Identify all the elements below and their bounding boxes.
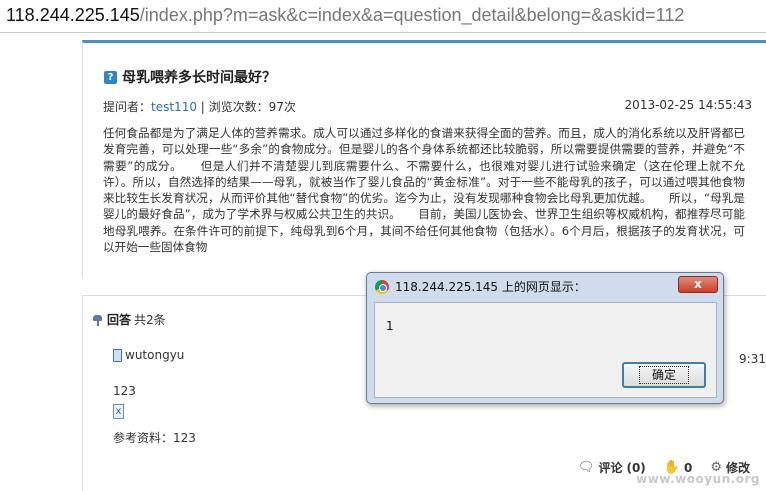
url-host: 118.244.225.145	[6, 5, 140, 25]
view-count: | 浏览次数：97次	[196, 100, 296, 114]
answer-author[interactable]: wutongyu	[113, 348, 184, 362]
comment-icon: 🗨	[577, 460, 595, 475]
answers-heading: 回答	[107, 313, 132, 327]
pin-icon	[92, 314, 104, 326]
question-title: ? 母乳喂养多长时间最好？	[104, 67, 276, 87]
address-bar[interactable]: 118.244.225.145/index.php?m=ask&c=index&…	[0, 0, 766, 33]
question-title-text: 母乳喂养多长时间最好？	[122, 70, 276, 86]
answer-content: 123	[113, 384, 136, 398]
question-panel: ? 母乳喂养多长时间最好？ 提问者：test110 | 浏览次数：97次 201…	[82, 40, 766, 278]
question-date: 2013-02-25 14:55:43	[624, 98, 752, 112]
mobile-icon	[113, 348, 122, 362]
dialog-message: 1	[386, 319, 394, 333]
chrome-icon	[375, 279, 389, 294]
url-text[interactable]: 118.244.225.145/index.php?m=ask&c=index&…	[6, 5, 684, 26]
question-meta: 提问者：test110 | 浏览次数：97次	[103, 98, 296, 115]
dialog-ok-button[interactable]: 确定	[622, 362, 706, 388]
broken-image-icon: x	[113, 404, 124, 419]
dialog-title: 118.244.225.145 上的网页显示：	[395, 280, 586, 294]
answer-reference: 参考资料：123	[113, 431, 196, 445]
watermark: www.wooyun.org	[636, 472, 760, 486]
alert-dialog: 118.244.225.145 上的网页显示： x 1 确定	[366, 272, 724, 404]
dialog-close-button[interactable]: x	[678, 276, 718, 293]
dialog-titlebar[interactable]: 118.244.225.145 上的网页显示：	[367, 273, 723, 300]
dialog-body: 1 确定	[374, 302, 717, 398]
comment-label: 评论	[598, 461, 623, 475]
answers-count: 共2条	[134, 313, 166, 327]
asker-link[interactable]: test110	[151, 100, 197, 114]
dialog-ok-label: 确定	[638, 366, 689, 384]
url-path: /index.php?m=ask&c=index&a=question_deta…	[139, 5, 685, 25]
answers-header: 回答 共2条	[92, 311, 166, 328]
question-body: 任何食品都是为了满足人体的营养需求。成人可以通过多样化的食谱来获得全面的营养。而…	[103, 126, 745, 255]
question-icon: ?	[104, 70, 117, 84]
answer-author-name[interactable]: wutongyu	[125, 348, 184, 362]
asker-label: 提问者：	[103, 100, 152, 114]
answer-time: 9:31	[739, 352, 766, 366]
